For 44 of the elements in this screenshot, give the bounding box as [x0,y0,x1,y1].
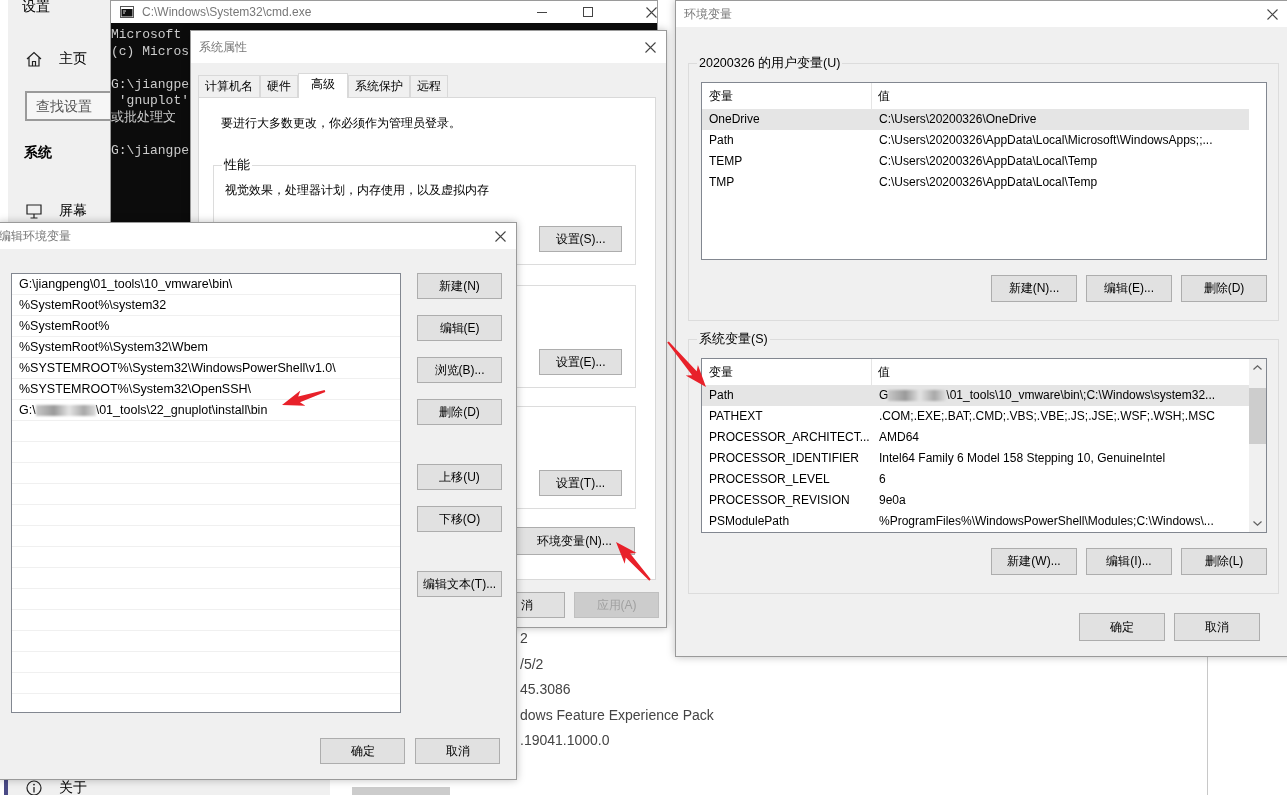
table-cell-text: PSModulePath [708,513,791,530]
info-text: 45.3086 [520,680,571,699]
table-cell-text: C:\Users\20200326\OneDrive [878,111,1038,128]
window-title: C:\Windows\System32\cmd.exe [142,5,312,19]
console-text: 'gnuplot' [117,93,189,110]
notice-text: 要进行大多数更改，你必须作为管理员登录。 [221,115,461,131]
section-title: 系统 [23,143,52,162]
window-title: 编辑环境变量 [0,227,71,245]
table-cell-text: PROCESSOR_IDENTIFIER [708,450,861,467]
table-cell-text: PROCESSOR_ARCHITECT... [708,429,871,446]
table-cell-text: G \01_tools\10_vmware\bin\;C:\Windows\system32... [878,387,1217,404]
console-text: G:\jiangpe [111,142,189,159]
window-title: 系统属性 [199,38,247,56]
info-text: /5/2 [520,654,544,674]
table-cell-text: 9e0a [878,492,907,509]
info-text: .19041.1000.0 [520,731,610,750]
table-cell-text: TEMP [708,153,744,170]
group-label: 系统变量(S) [697,332,770,347]
table-cell-text: C:\Users\20200326\AppData\Local\Temp [878,174,1099,191]
table-cell-text: Path [708,132,735,149]
table-cell-text: PROCESSOR_REVISION [708,492,851,509]
table-cell-text: AMD64 [878,429,920,446]
window-title: 设置 [21,0,50,14]
table-cell-text: PROCESSOR_LEVEL [708,471,831,488]
table-cell-text: 6 [878,471,887,488]
info-text: 2 [520,629,528,648]
console-text: 或批处理文 [111,109,176,126]
console-text: (c) Micros [111,43,189,60]
table-cell-text: TMP [708,174,736,191]
group-description: 视觉效果，处理器计划，内存使用，以及虚拟内存 [225,182,489,198]
table-cell-text: C:\Users\20200326\AppData\Local\Temp [878,153,1099,170]
group-label: 性能 [222,158,252,173]
table-cell-text: OneDrive [708,111,761,128]
table-cell-text: Path [708,387,735,404]
table-cell-text: Intel64 Family 6 Model 158 Stepping 10, GenuineIntel [878,450,1167,467]
console-text: Microsoft [111,27,182,44]
info-text: dows Feature Experience Pack [520,705,714,725]
window-title: 环境变量 [684,5,732,23]
table-cell-text: .COM;.EXE;.BAT;.CMD;.VBS;.VBE;.JS;.JSE;.WSF;.WSH;.MSC [878,408,1216,425]
console-text: G:\jiangpe [111,76,189,93]
table-cell-text: C:\Users\20200326\AppData\Local\Microsoft\WindowsApps;;... [878,132,1214,149]
table-cell-text: %ProgramFiles%\WindowsPowerShell\Modules;C:\Windows\... [878,513,1215,530]
table-cell-text: PATHEXT [708,408,764,425]
group-label: 20200326 的用户变量(U) [697,56,843,71]
